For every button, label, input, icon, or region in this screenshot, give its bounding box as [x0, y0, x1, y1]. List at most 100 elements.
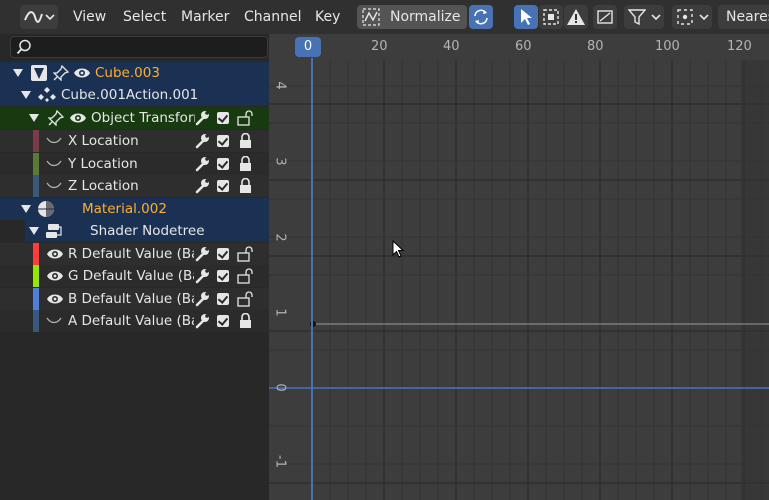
y-tick-label: 2	[272, 233, 288, 242]
mute-checkbox[interactable]	[217, 158, 229, 170]
mute-checkbox[interactable]	[217, 248, 229, 260]
eye-icon[interactable]	[46, 269, 64, 283]
channel-label: R Default Value (Base	[68, 246, 194, 262]
graph-editor-header: View Select Marker Channel Key Normalize	[0, 0, 769, 34]
pin-icon[interactable]	[53, 65, 69, 81]
graph-grid	[269, 34, 769, 500]
modifier-wrench-icon[interactable]	[194, 178, 210, 194]
channel-label: Object Transforms	[91, 110, 195, 126]
eye-icon[interactable]	[73, 66, 91, 80]
x-tick-label: 40	[443, 39, 460, 54]
modifier-wrench-icon[interactable]	[194, 156, 210, 172]
only-show-errors-button[interactable]	[564, 5, 588, 29]
pivot-point-dropdown[interactable]	[672, 5, 712, 29]
unlocked-icon[interactable]	[237, 268, 255, 284]
pivot-icon	[677, 9, 693, 25]
locked-icon[interactable]	[239, 313, 253, 329]
expand-triangle-icon[interactable]	[29, 114, 39, 122]
y-tick-label: 1	[272, 308, 288, 317]
channel-fcurve-x-location[interactable]: X Location	[0, 130, 269, 152]
channel-fcurve-z-location[interactable]: Z Location	[0, 175, 269, 197]
channel-label: G Default Value (Base	[68, 268, 194, 284]
channel-label: B Default Value (Base	[68, 291, 194, 307]
curve-visibility-icon[interactable]	[46, 136, 62, 146]
locked-icon[interactable]	[239, 156, 253, 172]
channel-nodetree[interactable]: Shader Nodetree	[25, 220, 269, 242]
mute-checkbox[interactable]	[217, 270, 229, 282]
menu-key[interactable]: Key	[315, 5, 340, 29]
mute-checkbox[interactable]	[217, 135, 229, 147]
unlocked-icon[interactable]	[237, 291, 255, 307]
curve-color-swatch	[33, 310, 39, 332]
modifier-wrench-icon[interactable]	[194, 110, 210, 126]
expand-triangle-icon[interactable]	[29, 227, 39, 235]
expand-triangle-icon[interactable]	[21, 205, 31, 213]
editor-type-button[interactable]	[20, 5, 58, 29]
eye-icon[interactable]	[69, 111, 87, 125]
chevron-down-icon	[699, 14, 709, 21]
mute-checkbox[interactable]	[217, 180, 229, 192]
modifier-wrench-icon[interactable]	[194, 133, 210, 149]
menu-view[interactable]: View	[73, 5, 106, 29]
modifier-wrench-icon[interactable]	[194, 246, 210, 262]
modifier-wrench-icon[interactable]	[194, 268, 210, 284]
expand-triangle-icon[interactable]	[21, 91, 31, 99]
modifier-wrench-icon[interactable]	[194, 291, 210, 307]
y-tick-label: 4	[272, 81, 288, 90]
menu-marker[interactable]: Marker	[181, 5, 229, 29]
scene-end-shade	[741, 60, 769, 500]
curve-color-swatch	[33, 130, 39, 152]
channel-material[interactable]: Material.002	[0, 198, 269, 220]
curve-color-swatch	[33, 288, 39, 310]
mute-checkbox[interactable]	[217, 315, 229, 327]
auto-normalize-button[interactable]	[469, 5, 493, 29]
show-hidden-button[interactable]	[539, 5, 563, 29]
current-frame-indicator[interactable]: 0	[295, 37, 321, 57]
channel-label: X Location	[68, 133, 139, 149]
y-tick-label: 0	[272, 383, 288, 392]
locked-icon[interactable]	[239, 178, 253, 194]
unlocked-icon[interactable]	[237, 110, 255, 126]
y-tick-label: -1	[272, 455, 288, 468]
curve-visibility-icon[interactable]	[46, 316, 62, 326]
channel-label: Y Location	[68, 156, 138, 172]
refresh-icon	[474, 9, 488, 25]
x-tick-label: 100	[655, 39, 680, 54]
channel-label: Cube.003	[95, 65, 160, 81]
channel-fcurve-r[interactable]: R Default Value (Base	[0, 243, 269, 265]
channel-label: Shader Nodetree	[90, 223, 205, 239]
eye-icon[interactable]	[46, 292, 64, 306]
modifier-wrench-icon[interactable]	[194, 313, 210, 329]
curve-visibility-icon[interactable]	[46, 159, 62, 169]
channel-action[interactable]: Cube.001Action.001	[0, 84, 269, 106]
snap-interpolation-dropdown[interactable]: Neares	[718, 5, 769, 29]
menu-channel[interactable]: Channel	[244, 5, 301, 29]
menu-select[interactable]: Select	[123, 5, 166, 29]
channel-group-object-transforms[interactable]: Object Transforms	[0, 107, 269, 129]
eye-icon[interactable]	[46, 247, 64, 261]
mute-checkbox[interactable]	[217, 293, 229, 305]
channel-fcurve-b[interactable]: B Default Value (Base	[0, 288, 269, 310]
x-tick-label: 80	[587, 39, 604, 54]
graph-region[interactable]: 0 20 40 60 80 100 120 4 3 2 1 0 -1	[269, 34, 769, 500]
normalize-toggle[interactable]: Normalize	[357, 5, 467, 29]
curve-visibility-icon[interactable]	[46, 181, 62, 191]
channel-fcurve-a[interactable]: A Default Value (Base	[0, 310, 269, 332]
filter-dropdown[interactable]	[624, 5, 664, 29]
channel-fcurve-y-location[interactable]: Y Location	[0, 153, 269, 175]
mute-checkbox[interactable]	[217, 112, 229, 124]
channel-fcurve-g[interactable]: G Default Value (Base	[0, 265, 269, 287]
expand-triangle-icon[interactable]	[13, 69, 23, 77]
channel-object-cube[interactable]: Cube.003	[0, 62, 269, 84]
view-all-button[interactable]	[593, 5, 617, 29]
only-show-selected-button[interactable]	[514, 5, 538, 29]
channel-search-input[interactable]	[10, 36, 268, 58]
x-tick-label: 60	[515, 39, 532, 54]
y-tick-label: 3	[272, 157, 288, 166]
unlocked-icon[interactable]	[237, 246, 255, 262]
locked-icon[interactable]	[239, 133, 253, 149]
pin-icon[interactable]	[48, 110, 64, 126]
warning-icon	[567, 9, 585, 25]
curve-color-swatch	[33, 265, 39, 287]
cursor-arrow-icon	[521, 9, 532, 25]
